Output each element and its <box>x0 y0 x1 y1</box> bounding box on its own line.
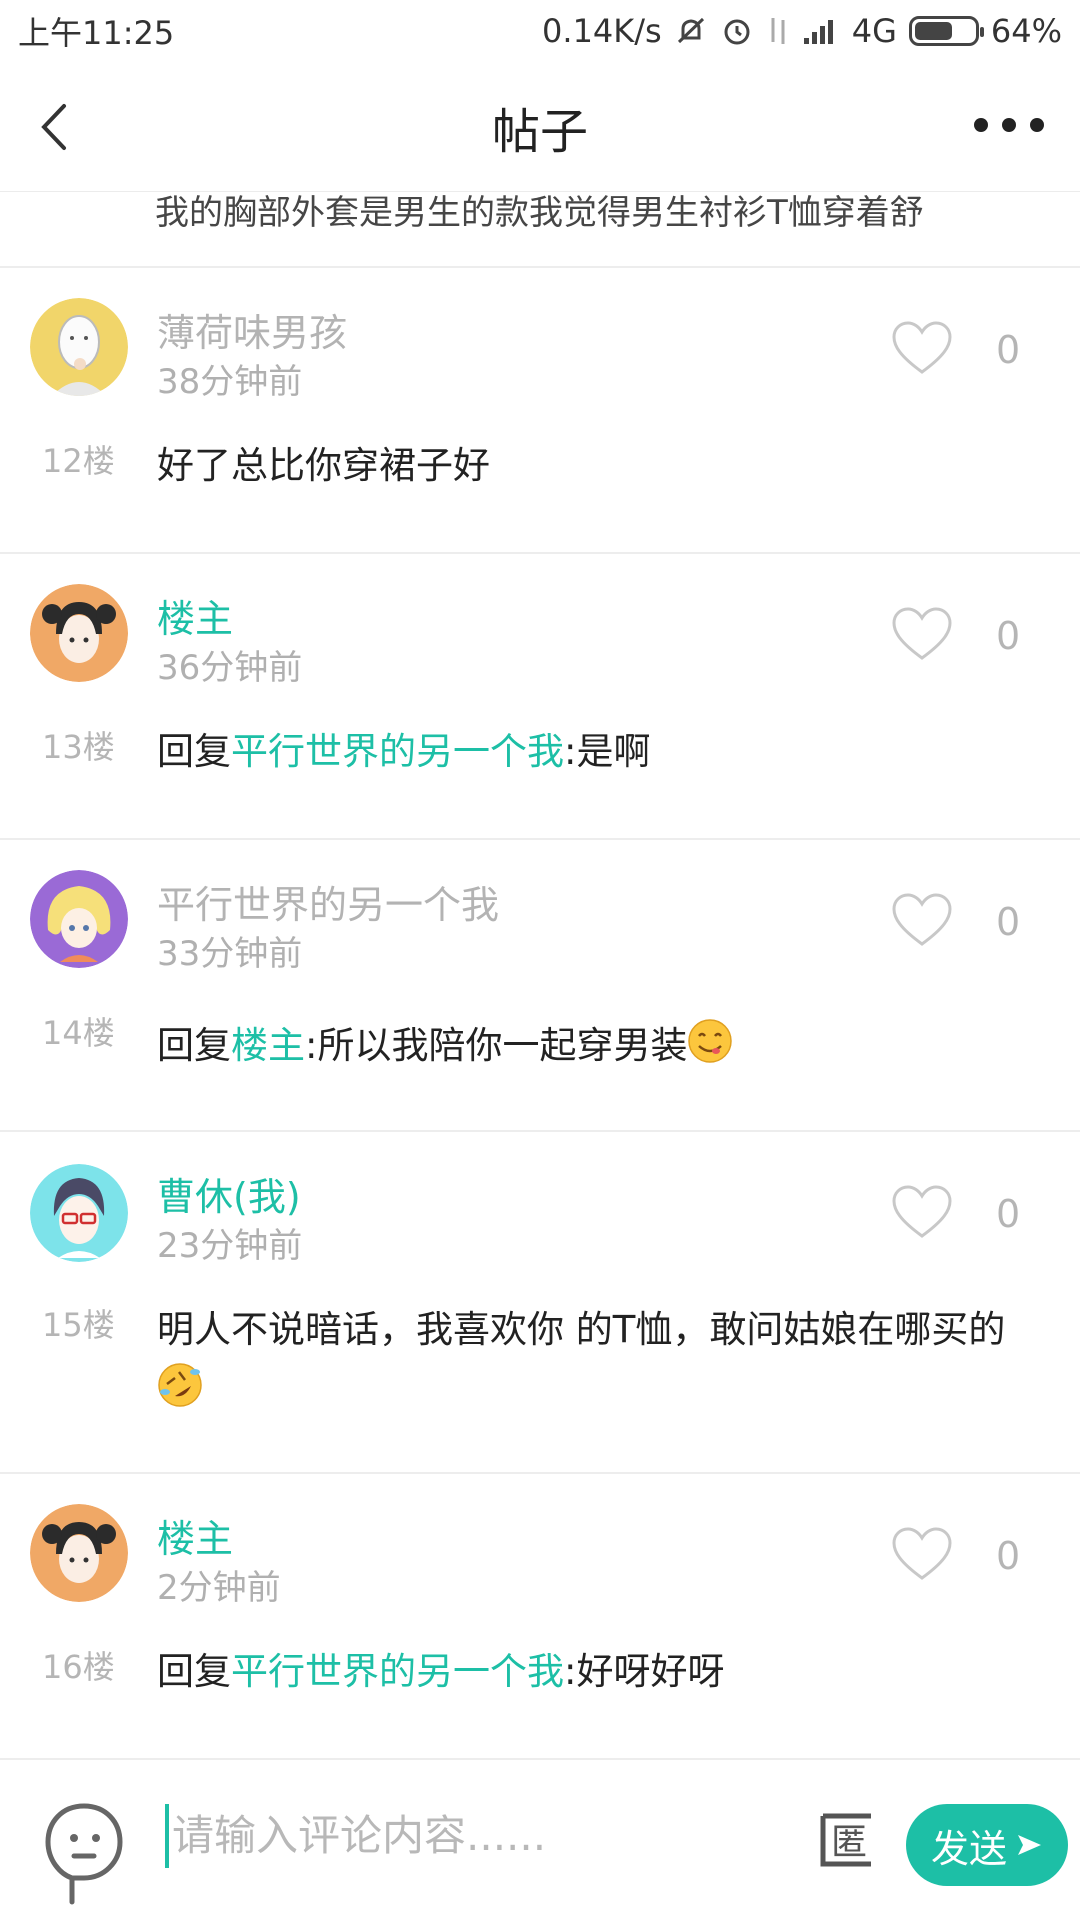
like-heart-icon[interactable] <box>890 1184 954 1240</box>
username[interactable]: 曹休(我) <box>157 1166 301 1221</box>
network-speed: 0.14K/s <box>542 12 662 50</box>
comment-body: 明人不说暗话，我喜欢你 的T恤，敢问姑娘在哪买的 <box>157 1308 1006 1351</box>
like-count: 0 <box>996 328 1021 372</box>
comment-text: 好了总比你穿裙子好 <box>157 444 490 487</box>
floor-number: 16楼 <box>42 1648 115 1686</box>
like-count: 0 <box>996 1192 1021 1236</box>
data-transfer-icon <box>766 14 790 48</box>
text-cursor <box>165 1804 169 1868</box>
dot-icon <box>1002 118 1016 132</box>
comment-item: 楼主 36分钟前 0 13楼 回复平行世界的另一个我:是啊 <box>0 554 1080 838</box>
reply-body: :是啊 <box>564 730 651 773</box>
anonymous-label: 匿 <box>831 1822 867 1863</box>
post-time: 2分钟前 <box>157 1568 281 1608</box>
comment-item: 曹休(我) 23分钟前 0 15楼 明人不说暗话，我喜欢你 的T恤，敢问姑娘在哪… <box>0 1132 1080 1472</box>
status-icons: 0.14K/s 4G 64% <box>542 12 1062 50</box>
page-title-front: 帖子 <box>491 103 588 160</box>
send-arrow-icon <box>1018 1835 1041 1855</box>
network-type: 4G <box>851 12 897 50</box>
top-nav-bar-front: 帖子 <box>0 62 1080 192</box>
avatar[interactable] <box>30 584 128 682</box>
username[interactable]: 楼主 <box>157 1508 233 1563</box>
reply-mention-link[interactable]: 楼主 <box>231 1024 305 1067</box>
reply-body: :所以我陪你一起穿男装 <box>305 1024 688 1067</box>
clipped-previous-text: 我的胸部外套是男生的款我觉得男生衬衫T恤穿着舒 <box>155 193 924 233</box>
floor-number: 13楼 <box>42 728 115 766</box>
floor-number: 15楼 <box>42 1306 115 1344</box>
dot-icon <box>974 118 988 132</box>
post-time: 36分钟前 <box>157 648 303 688</box>
like-count: 0 <box>996 1534 1021 1578</box>
comment-text: 回复平行世界的另一个我:好呀好呀 <box>157 1642 1047 1702</box>
floor-number: 14楼 <box>42 1014 115 1052</box>
battery-percent: 64% <box>990 12 1062 50</box>
like-count: 0 <box>996 900 1021 944</box>
reply-body: :好呀好呀 <box>564 1650 725 1693</box>
reply-prefix: 回复 <box>157 730 231 773</box>
emoji-picker-icon[interactable] <box>42 1800 126 1908</box>
status-time: 上午11:25 <box>18 14 175 52</box>
comment-text: 明人不说暗话，我喜欢你 的T恤，敢问姑娘在哪买的 <box>157 1300 1047 1420</box>
like-heart-icon[interactable] <box>890 606 954 662</box>
like-heart-icon[interactable] <box>890 320 954 376</box>
comment-text: 回复平行世界的另一个我:是啊 <box>157 722 1047 782</box>
anonymous-icon: 匿 <box>820 1813 871 1867</box>
reply-prefix: 回复 <box>157 1024 231 1067</box>
post-time: 38分钟前 <box>157 362 303 402</box>
comment-item: 平行世界的另一个我 33分钟前 0 14楼 回复楼主:所以我陪你一起穿男装 <box>0 840 1080 1130</box>
yum-face-emoji-icon <box>688 1019 733 1063</box>
reply-mention-link[interactable]: 平行世界的另一个我 <box>231 730 564 773</box>
status-bar: 上午11:25 0.14K/s 4G 64% <box>0 0 1080 62</box>
avatar[interactable] <box>30 1504 128 1602</box>
comment-input[interactable] <box>172 1800 792 1870</box>
send-label: 发送 <box>930 1826 1007 1871</box>
like-heart-icon[interactable] <box>890 1526 954 1582</box>
post-time: 23分钟前 <box>157 1226 303 1266</box>
like-count: 0 <box>996 614 1021 658</box>
more-options-button-front[interactable] <box>974 110 1044 140</box>
comment-item: 薄荷味男孩 38分钟前 0 12楼 好了总比你穿裙子好 <box>0 268 1080 552</box>
reply-prefix: 回复 <box>157 1650 231 1693</box>
post-time: 33分钟前 <box>157 934 303 974</box>
dot-icon <box>1030 118 1044 132</box>
comment-input-bar: 匿 发送 <box>0 1758 1080 1920</box>
battery-icon <box>908 16 984 46</box>
alarm-icon <box>720 14 754 48</box>
back-arrow-icon <box>41 104 66 150</box>
avatar[interactable] <box>30 870 128 968</box>
comment-text: 回复楼主:所以我陪你一起穿男装 <box>157 1016 1047 1076</box>
comment-item: 楼主 2分钟前 0 16楼 回复平行世界的另一个我:好呀好呀 <box>0 1474 1080 1758</box>
reply-mention-link[interactable]: 平行世界的另一个我 <box>231 1650 564 1693</box>
signal-icon <box>802 16 840 46</box>
rofl-emoji-icon <box>158 1363 202 1407</box>
back-button-front[interactable] <box>36 102 76 152</box>
send-button[interactable]: 发送 <box>906 1804 1068 1886</box>
anonymous-toggle[interactable]: 匿 <box>817 1810 877 1870</box>
username[interactable]: 楼主 <box>157 588 233 643</box>
avatar[interactable] <box>30 298 128 396</box>
mute-icon <box>674 14 708 48</box>
avatar[interactable] <box>30 1164 128 1262</box>
floor-number: 12楼 <box>42 442 115 480</box>
username[interactable]: 薄荷味男孩 <box>157 302 347 357</box>
username[interactable]: 平行世界的另一个我 <box>157 874 499 929</box>
like-heart-icon[interactable] <box>890 892 954 948</box>
